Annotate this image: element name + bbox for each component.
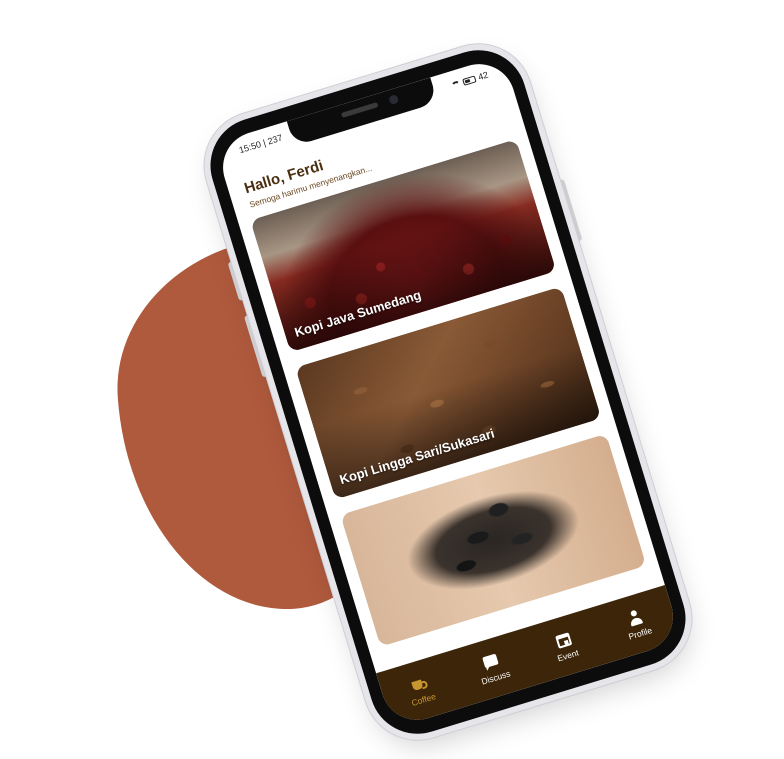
phone-mockup: 15:50 | 237 42 Hallo, Ferdi Semoga harim…	[198, 38, 698, 746]
chat-icon	[481, 652, 501, 672]
battery-level: 42	[476, 69, 490, 83]
nav-label: Event	[556, 646, 580, 663]
nav-item-event[interactable]: Event	[532, 623, 598, 668]
person-icon	[625, 608, 645, 628]
phone-screen: 15:50 | 237 42 Hallo, Ferdi Semoga harim…	[214, 55, 682, 729]
phone-frame: 15:50 | 237 42 Hallo, Ferdi Semoga harim…	[198, 38, 698, 746]
coffee-cup-icon	[409, 674, 429, 694]
nav-item-coffee[interactable]: Coffee	[388, 667, 454, 712]
nav-item-profile[interactable]: Profile	[604, 601, 670, 646]
status-time: 15:50 | 237	[237, 132, 284, 156]
wifi-icon	[450, 79, 462, 89]
camera-icon	[388, 93, 400, 106]
scene: 15:50 | 237 42 Hallo, Ferdi Semoga harim…	[0, 0, 784, 759]
phone-notch	[286, 77, 438, 147]
status-icons: 42	[450, 70, 489, 91]
calendar-icon	[553, 630, 573, 650]
speaker-grille	[340, 102, 379, 118]
battery-icon	[462, 74, 477, 86]
nav-item-discuss[interactable]: Discuss	[460, 645, 526, 690]
